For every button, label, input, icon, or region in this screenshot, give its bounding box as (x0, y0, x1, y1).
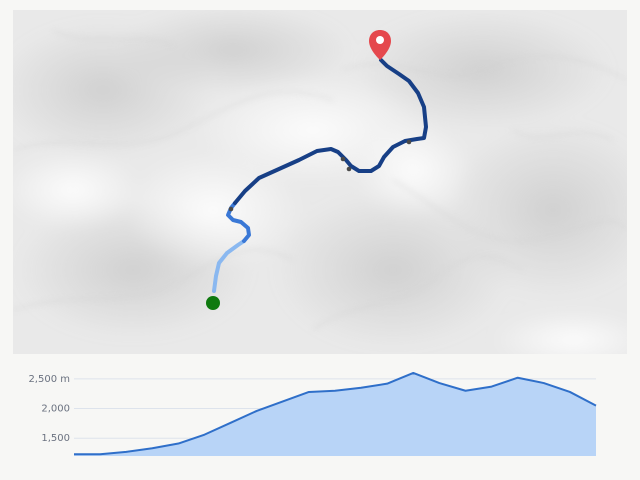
waypoint (346, 166, 352, 172)
elevation-profile[interactable]: 2,500 m 2,000 1,500 (0, 360, 640, 470)
elevation-area (73, 371, 597, 456)
map-view: 2,500 m 2,000 1,500 (0, 0, 640, 480)
start-dot-icon[interactable] (206, 296, 220, 310)
y-tick-label: 2,500 m (28, 374, 70, 385)
y-tick-label: 2,000 (41, 404, 70, 415)
map-canvas[interactable] (13, 10, 627, 354)
waypoint (228, 206, 234, 212)
elevation-chart: 2,500 m 2,000 1,500 (28, 371, 597, 456)
waypoint (406, 139, 412, 145)
elevation-fill (74, 372, 596, 456)
waypoint (340, 156, 346, 162)
y-tick-label: 1,500 (41, 433, 70, 444)
elevation-y-ticks: 2,500 m 2,000 1,500 (28, 374, 70, 444)
terrain-map[interactable] (13, 10, 627, 354)
